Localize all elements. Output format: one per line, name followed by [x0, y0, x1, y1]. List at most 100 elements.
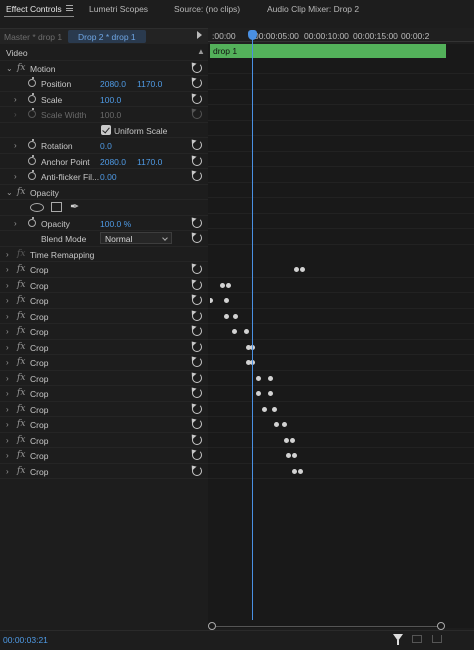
chevron-right-icon[interactable]: ›: [6, 451, 9, 460]
keyframe-marker[interactable]: [290, 437, 295, 443]
effect-timeline[interactable]: :00:00 00:00:05:00 00:00:10:00 00:00:15:…: [208, 28, 474, 630]
tab-lumetri-scopes[interactable]: Lumetri Scopes: [83, 4, 148, 14]
tab-audio-clip-mixer[interactable]: Audio Clip Mixer: Drop 2: [261, 4, 359, 14]
blend-mode-select[interactable]: Normal: [100, 232, 172, 244]
stopwatch-icon[interactable]: [28, 216, 36, 227]
uniform-scale-checkbox[interactable]: [101, 124, 111, 135]
effect-row-crop[interactable]: › fx Crop: [0, 324, 208, 340]
keyframe-marker[interactable]: [210, 298, 213, 303]
scroll-handle-left[interactable]: [208, 622, 216, 630]
chevron-right-icon[interactable]: ›: [6, 467, 9, 476]
reset-icon[interactable]: [192, 357, 202, 367]
reset-icon[interactable]: [192, 233, 202, 243]
reset-icon[interactable]: [192, 264, 202, 274]
keyframe-marker[interactable]: [224, 313, 229, 319]
reset-icon[interactable]: [192, 388, 202, 398]
effect-row-crop[interactable]: › fx Crop: [0, 340, 208, 355]
param-row-scale[interactable]: › Scale 100.0: [0, 92, 208, 107]
param-row-rotation[interactable]: › Rotation 0.0: [0, 138, 208, 154]
reset-icon[interactable]: [192, 295, 202, 305]
fx-icon[interactable]: fx: [17, 264, 25, 274]
fx-icon[interactable]: fx: [17, 63, 25, 73]
chevron-right-icon[interactable]: ›: [6, 296, 9, 305]
fx-icon[interactable]: fx: [17, 404, 25, 414]
keyframe-marker[interactable]: [286, 453, 291, 458]
chevron-right-icon[interactable]: ›: [6, 281, 9, 290]
chevron-right-icon[interactable]: ›: [6, 343, 9, 352]
param-row-position[interactable]: Position 2080.0 1170.0: [0, 76, 208, 92]
fx-icon[interactable]: fx: [17, 342, 25, 352]
param-row-blend-mode[interactable]: Blend Mode Normal: [0, 231, 208, 247]
effect-row-crop[interactable]: › fx Crop: [0, 293, 208, 309]
fx-icon[interactable]: fx: [17, 435, 25, 445]
keyframe-marker[interactable]: [233, 313, 238, 319]
fx-icon[interactable]: fx: [17, 373, 25, 383]
keyframe-marker[interactable]: [256, 391, 261, 396]
chevron-right-icon[interactable]: ›: [6, 250, 9, 259]
keyframe-marker[interactable]: [292, 453, 297, 458]
reset-icon[interactable]: [192, 450, 202, 460]
stopwatch-icon[interactable]: [28, 154, 36, 165]
keyframe-marker[interactable]: [298, 468, 303, 474]
panel-menu-icon[interactable]: [66, 5, 73, 11]
effect-row-crop[interactable]: › fx Crop: [0, 448, 208, 464]
playhead-line[interactable]: [252, 34, 253, 620]
keyframe-marker[interactable]: [220, 282, 225, 288]
keyframe-marker[interactable]: [292, 468, 297, 474]
keyframe-marker[interactable]: [262, 406, 267, 412]
fx-icon[interactable]: fx: [17, 357, 25, 367]
effect-row-crop[interactable]: › fx Crop: [0, 464, 208, 479]
effect-row-crop[interactable]: › fx Crop: [0, 309, 208, 324]
keyframe-marker[interactable]: [226, 282, 231, 288]
reset-icon[interactable]: [192, 140, 202, 150]
chevron-right-icon[interactable]: ›: [14, 172, 17, 181]
keyframe-marker[interactable]: [294, 267, 299, 272]
keyframe-marker[interactable]: [282, 422, 287, 427]
scroll-handle-right[interactable]: [437, 622, 445, 630]
reset-icon[interactable]: [192, 78, 202, 88]
chevron-right-icon[interactable]: ›: [14, 141, 17, 150]
effect-row-crop[interactable]: › fx Crop: [0, 402, 208, 417]
position-y-value[interactable]: 1170.0: [137, 79, 162, 89]
chevron-down-icon[interactable]: ⌄: [6, 188, 13, 197]
keyframe-marker[interactable]: [268, 375, 273, 381]
position-x-value[interactable]: 2080.0: [100, 79, 126, 89]
anchor-x-value[interactable]: 2080.0: [100, 157, 126, 167]
chevron-down-icon[interactable]: ⌄: [6, 64, 13, 73]
chevron-right-icon[interactable]: ›: [6, 389, 9, 398]
fx-icon[interactable]: fx: [17, 280, 25, 290]
effect-row-crop[interactable]: › fx Crop: [0, 355, 208, 371]
play-audio-icon[interactable]: [412, 635, 422, 643]
stopwatch-icon[interactable]: [28, 170, 36, 180]
param-row-uniform-scale[interactable]: Uniform Scale: [0, 123, 208, 138]
effect-row-crop[interactable]: › fx Crop: [0, 371, 208, 386]
reset-icon[interactable]: [192, 341, 202, 352]
keyframe-marker[interactable]: [284, 437, 289, 443]
reset-icon[interactable]: [192, 93, 202, 104]
param-row-anchor-point[interactable]: Anchor Point 2080.0 1170.0: [0, 154, 208, 169]
play-only-clip-icon[interactable]: [197, 31, 202, 39]
chevron-right-icon[interactable]: ›: [6, 374, 9, 383]
reset-icon[interactable]: [192, 403, 202, 414]
current-timecode[interactable]: 00:00:03:21: [3, 635, 48, 645]
anti-flicker-value[interactable]: 0.00: [100, 172, 117, 182]
keyframe-marker[interactable]: [244, 329, 249, 334]
effect-row-crop[interactable]: › fx Crop: [0, 278, 208, 293]
reset-icon[interactable]: [192, 434, 202, 445]
ellipse-mask-icon[interactable]: [30, 203, 44, 212]
effect-row-crop[interactable]: › fx Crop: [0, 433, 208, 448]
fx-icon[interactable]: fx: [17, 388, 25, 398]
export-icon[interactable]: [432, 635, 442, 643]
timeline-clip[interactable]: drop 1: [210, 44, 446, 58]
reset-icon[interactable]: [192, 62, 202, 73]
sequence-clip-label[interactable]: Drop 2 * drop 1: [68, 30, 146, 43]
fx-icon[interactable]: fx: [17, 466, 25, 476]
fx-icon[interactable]: fx: [17, 311, 25, 321]
rotation-value[interactable]: 0.0: [100, 141, 112, 151]
reset-icon[interactable]: [192, 419, 202, 429]
opacity-value[interactable]: 100.0 %: [100, 219, 131, 229]
tab-effect-controls[interactable]: Effect Controls: [0, 4, 62, 14]
anchor-y-value[interactable]: 1170.0: [137, 157, 162, 167]
chevron-right-icon[interactable]: ›: [14, 219, 17, 228]
keyframe-marker[interactable]: [272, 406, 277, 412]
